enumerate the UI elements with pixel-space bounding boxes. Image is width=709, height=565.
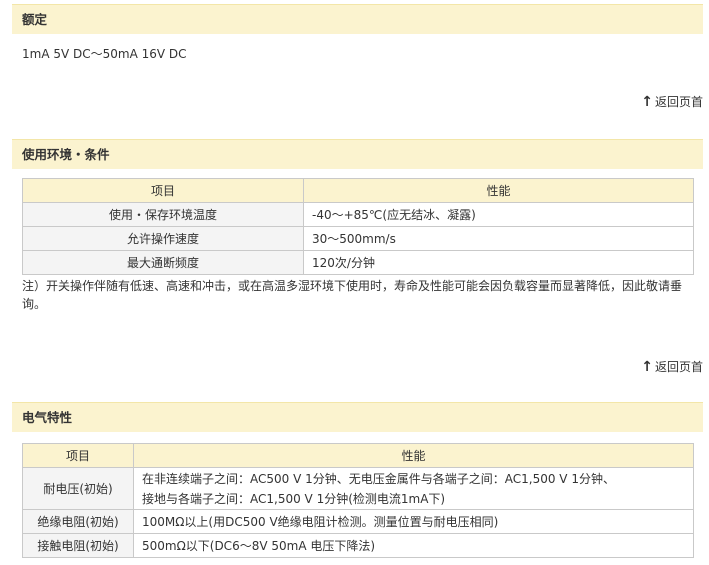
table-row: 绝缘电阻(初始) 100MΩ以上(用DC500 V绝缘电阻计检测。测量位置与耐电… — [22, 509, 694, 534]
column-header-item: 项目 — [22, 178, 304, 203]
section-title-electrical: 电气特性 — [22, 410, 73, 425]
rated-value-text: 1mA 5V DC～50mA 16V DC — [22, 47, 187, 61]
section-title-environment: 使用环境・条件 — [22, 147, 110, 162]
row-item-label: 接触电阻(初始) — [22, 533, 134, 558]
table-row: 最大通断频度 120次/分钟 — [22, 250, 694, 275]
table-header-row: 项目 性能 — [22, 443, 694, 468]
row-item-label: 最大通断频度 — [22, 250, 304, 275]
back-to-top-link-2[interactable]: ↑ 返回页首 — [641, 358, 703, 375]
row-performance-value: 在非连续端子之间：AC500 V 1分钟、无电压金属件与各端子之间：AC1,50… — [133, 467, 694, 510]
electrical-table: 项目 性能 耐电压(初始) 在非连续端子之间：AC500 V 1分钟、无电压金属… — [22, 443, 694, 558]
row-item-label: 绝缘电阻(初始) — [22, 509, 134, 534]
arrow-up-icon: ↑ — [641, 358, 653, 375]
back-to-top-link-1[interactable]: ↑ 返回页首 — [641, 93, 703, 110]
row-performance-value: 30～500mm/s — [303, 226, 694, 251]
column-header-performance: 性能 — [303, 178, 694, 203]
table-header-row: 项目 性能 — [22, 178, 694, 203]
performance-line: 接地与各端子之间：AC1,500 V 1分钟(检测电流1mA下) — [142, 491, 446, 506]
table-row: 使用・保存环境温度 -40～+85℃(应无结冰、凝露) — [22, 202, 694, 227]
row-item-label: 允许操作速度 — [22, 226, 304, 251]
table-row: 接触电阻(初始) 500mΩ以下(DC6～8V 50mA 电压下降法) — [22, 533, 694, 558]
row-performance-value: 120次/分钟 — [303, 250, 694, 275]
column-header-item: 项目 — [22, 443, 134, 468]
row-performance-value: 100MΩ以上(用DC500 V绝缘电阻计检测。测量位置与耐电压相同) — [133, 509, 694, 534]
section-header-rated: 额定 — [12, 4, 703, 34]
performance-line: 100MΩ以上(用DC500 V绝缘电阻计检测。测量位置与耐电压相同) — [142, 515, 499, 529]
section-header-environment: 使用环境・条件 — [12, 139, 703, 169]
section-title-rated: 额定 — [22, 12, 48, 27]
environment-note: 注）开关操作伴随有低速、高速和冲击，或在高温多湿环境下使用时，寿命及性能可能会因… — [22, 279, 683, 311]
table-row: 耐电压(初始) 在非连续端子之间：AC500 V 1分钟、无电压金属件与各端子之… — [22, 467, 694, 510]
environment-table: 项目 性能 使用・保存环境温度 -40～+85℃(应无结冰、凝露) 允许操作速度… — [22, 178, 694, 275]
row-item-label: 耐电压(初始) — [22, 467, 134, 510]
row-performance-value: -40～+85℃(应无结冰、凝露) — [303, 202, 694, 227]
back-to-top-label: 返回页首 — [654, 95, 703, 109]
row-item-label: 使用・保存环境温度 — [22, 202, 304, 227]
performance-line: 在非连续端子之间：AC500 V 1分钟、无电压金属件与各端子之间：AC1,50… — [142, 471, 615, 486]
back-to-top-label: 返回页首 — [654, 360, 703, 374]
performance-line: 500mΩ以下(DC6～8V 50mA 电压下降法) — [142, 539, 376, 553]
section-header-electrical: 电气特性 — [12, 402, 703, 432]
column-header-performance: 性能 — [133, 443, 694, 468]
arrow-up-icon: ↑ — [641, 93, 653, 110]
table-row: 允许操作速度 30～500mm/s — [22, 226, 694, 251]
row-performance-value: 500mΩ以下(DC6～8V 50mA 电压下降法) — [133, 533, 694, 558]
